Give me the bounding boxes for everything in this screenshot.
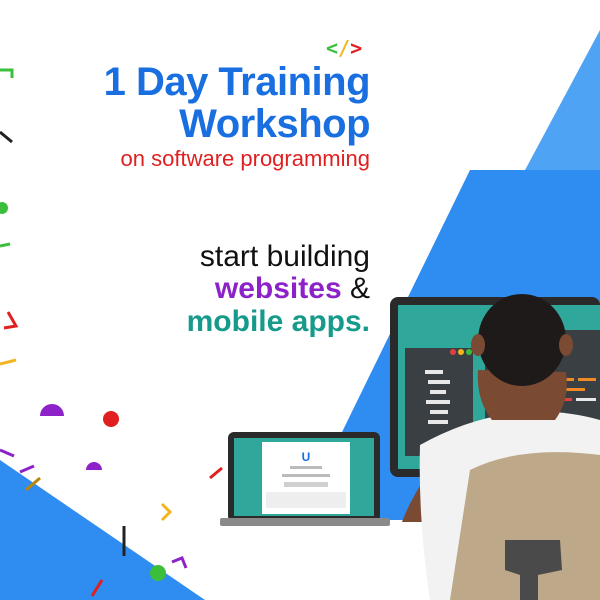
- tagline-websites: websites: [214, 272, 342, 305]
- laptop-screen-logo: U: [302, 450, 311, 464]
- less-than-glyph: <: [326, 36, 339, 60]
- tagline-line-1: start building: [199, 240, 370, 273]
- tagline-line-2: websites &: [215, 272, 370, 306]
- headline-line-2: Workshop: [179, 102, 370, 146]
- laptop: U: [220, 432, 390, 526]
- blue-corner-shape: [0, 460, 205, 600]
- tagline-ampersand: &: [349, 272, 370, 305]
- code-brackets-icon: </>: [326, 36, 362, 60]
- headline-subtitle: on software programming: [120, 146, 370, 171]
- slash-glyph: /: [338, 36, 351, 60]
- greater-than-glyph: >: [350, 36, 363, 60]
- tagline-line-3: mobile apps.: [186, 305, 370, 338]
- headline-line-1: 1 Day Training: [103, 60, 371, 104]
- workshop-poster: U </> 1 Day Training Workshop on softwar…: [0, 0, 600, 600]
